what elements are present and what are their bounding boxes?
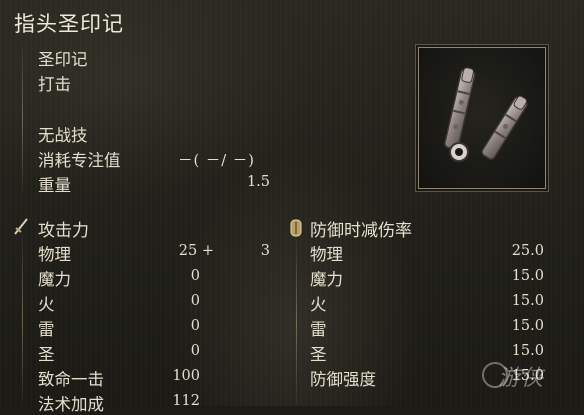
item-name: 指头圣印记 bbox=[14, 12, 124, 36]
attack-row-extra: 3 bbox=[260, 243, 270, 259]
shield-icon bbox=[290, 219, 302, 237]
divider-line bbox=[22, 44, 23, 194]
guard-row-value: 15.0 bbox=[511, 293, 544, 309]
attack-row-value: 100 bbox=[172, 368, 200, 384]
fp-value: －( －/ －) bbox=[178, 153, 255, 169]
attack-row-label: 致命一击 bbox=[38, 370, 104, 389]
attack-row-label: 圣 bbox=[38, 345, 55, 364]
attack-row-value: 112 bbox=[172, 393, 200, 409]
sword-icon bbox=[14, 218, 28, 235]
item-attack-type: 打击 bbox=[38, 75, 71, 94]
guard-row-label: 物理 bbox=[310, 245, 343, 264]
attack-row-value: 25 + bbox=[178, 243, 214, 259]
divider-line bbox=[296, 240, 297, 406]
attack-row-label: 雷 bbox=[38, 320, 55, 339]
guard-row-label: 圣 bbox=[310, 345, 327, 364]
attack-row-label: 火 bbox=[38, 295, 55, 314]
fp-label: 消耗专注值 bbox=[38, 151, 121, 170]
guard-row-label: 防御强度 bbox=[310, 370, 376, 389]
guard-row-value: 15.0 bbox=[511, 268, 544, 284]
attack-row-label: 物理 bbox=[38, 245, 71, 264]
guard-row-label: 魔力 bbox=[310, 270, 343, 289]
attack-row-label: 法术加成 bbox=[38, 395, 104, 414]
attack-row-value: 0 bbox=[190, 318, 200, 334]
finger-seal-icon bbox=[444, 67, 528, 162]
watermark: 游侠 bbox=[498, 366, 545, 391]
attack-row-value: 0 bbox=[190, 343, 200, 359]
guard-row-label: 雷 bbox=[310, 320, 327, 339]
item-image-frame bbox=[418, 47, 546, 189]
item-category: 圣印记 bbox=[38, 50, 88, 69]
guard-row-label: 火 bbox=[310, 295, 327, 314]
attack-row-value: 0 bbox=[190, 293, 200, 309]
weight-value: 1.5 bbox=[246, 174, 270, 190]
item-skill: 无战技 bbox=[38, 126, 88, 145]
guard-row-value: 15.0 bbox=[511, 318, 544, 334]
weight-label: 重量 bbox=[38, 176, 71, 195]
attack-header: 攻击力 bbox=[38, 221, 89, 241]
guard-row-value: 25.0 bbox=[511, 243, 544, 259]
guard-header: 防御时减伤率 bbox=[310, 221, 412, 241]
divider-line bbox=[22, 232, 23, 406]
guard-row-value: 15.0 bbox=[511, 343, 544, 359]
attack-row-value: 0 bbox=[190, 268, 200, 284]
attack-row-label: 魔力 bbox=[38, 270, 71, 289]
